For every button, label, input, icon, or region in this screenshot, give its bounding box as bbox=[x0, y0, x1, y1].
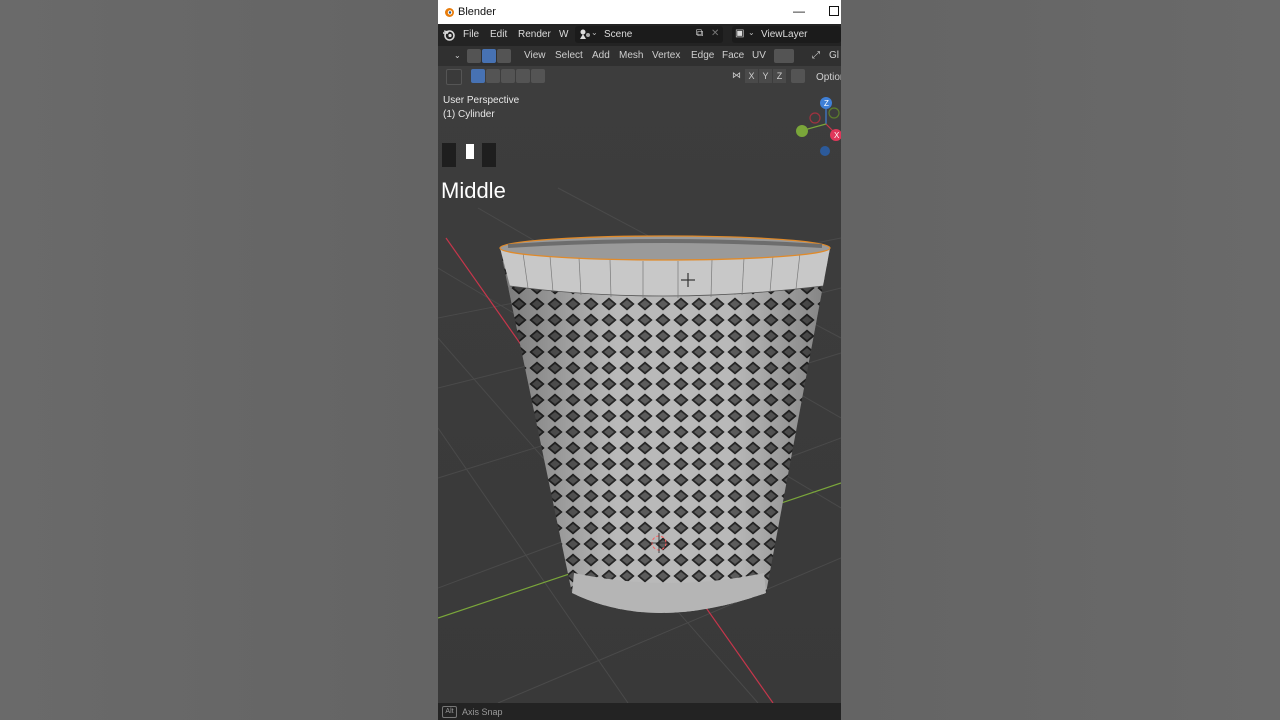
select-intersect-icon[interactable] bbox=[531, 69, 545, 83]
menu-file[interactable]: File bbox=[463, 29, 479, 40]
view-layer-icon: ▣ bbox=[735, 28, 745, 39]
menu-uv[interactable]: UV bbox=[752, 50, 766, 61]
top-menu-bar: File Edit Render W ⌄ Scene ⧉ ✕ ▣ ⌄ ViewL… bbox=[438, 24, 841, 46]
maximize-icon bbox=[829, 6, 839, 16]
chevron-down-icon[interactable]: ⌄ bbox=[454, 51, 461, 60]
scene-name: Scene bbox=[604, 29, 633, 40]
select-new-icon[interactable] bbox=[471, 69, 485, 83]
menu-render[interactable]: Render bbox=[518, 29, 551, 40]
blender-menu-icon[interactable] bbox=[442, 28, 456, 42]
options-menu[interactable]: Options bbox=[816, 72, 841, 83]
face-select-icon[interactable] bbox=[497, 49, 511, 63]
key-icon-right bbox=[482, 143, 496, 167]
select-mode-buttons bbox=[467, 49, 511, 63]
select-subtract-icon[interactable] bbox=[501, 69, 515, 83]
menu-window[interactable]: W bbox=[559, 29, 568, 40]
menu-select[interactable]: Select bbox=[555, 50, 583, 61]
view-layer-name: ViewLayer bbox=[761, 29, 808, 40]
menu-view[interactable]: View bbox=[524, 50, 546, 61]
gizmo-y-icon bbox=[796, 125, 808, 137]
axis-x-button[interactable]: X bbox=[745, 69, 758, 83]
mirror-icon: ⋈ bbox=[732, 70, 741, 80]
mirror-axis-buttons: X Y Z bbox=[745, 69, 786, 83]
status-hint: Axis Snap bbox=[462, 707, 503, 717]
screencast-caption: Middle bbox=[441, 178, 506, 203]
close-icon[interactable]: ✕ bbox=[711, 28, 719, 39]
maximize-button[interactable] bbox=[827, 4, 841, 18]
axis-y-button[interactable]: Y bbox=[759, 69, 772, 83]
xray-toggle[interactable] bbox=[774, 49, 794, 63]
menu-edge[interactable]: Edge bbox=[691, 50, 714, 61]
chevron-down-icon: ⌄ bbox=[748, 28, 755, 37]
blender-window: Blender — File Edit Render W ⌄ Scene ⧉ ✕… bbox=[438, 0, 841, 720]
select-extend-icon[interactable] bbox=[486, 69, 500, 83]
menu-edit[interactable]: Edit bbox=[490, 29, 507, 40]
menu-mesh[interactable]: Mesh bbox=[619, 50, 643, 61]
tool-settings-row: ⋈ X Y Z Options bbox=[438, 66, 841, 88]
window-titlebar: Blender — bbox=[438, 0, 841, 24]
menu-face[interactable]: Face bbox=[722, 50, 744, 61]
blender-logo-icon bbox=[445, 8, 454, 17]
menu-add[interactable]: Add bbox=[592, 50, 610, 61]
copy-scene-icon[interactable]: ⧉ bbox=[696, 28, 703, 39]
vertex-select-icon[interactable] bbox=[467, 49, 481, 63]
window-title: Blender bbox=[458, 6, 496, 18]
status-bar: Alt Axis Snap bbox=[438, 703, 841, 720]
axis-z-button[interactable]: Z bbox=[773, 69, 786, 83]
edge-select-icon[interactable] bbox=[482, 49, 496, 63]
chevron-down-icon: ⌄ bbox=[591, 28, 598, 37]
menu-vertex[interactable]: Vertex bbox=[652, 50, 680, 61]
transform-orientation-icon[interactable]: ⤢ bbox=[812, 50, 820, 61]
key-icon-left bbox=[442, 143, 456, 167]
viewport-header: ⌄ View Select Add Mesh Vertex Edge Face … bbox=[438, 46, 841, 66]
alt-key-icon: Alt bbox=[442, 706, 457, 718]
select-invert-icon[interactable] bbox=[516, 69, 530, 83]
3d-viewport[interactable]: Z X User Perspective (1) Cylinder Middle bbox=[438, 88, 841, 703]
snap-icon[interactable] bbox=[791, 69, 805, 83]
scene-selector[interactable]: ⌄ Scene ⧉ ✕ bbox=[575, 26, 723, 43]
transform-orientation-label[interactable]: Gl bbox=[829, 50, 839, 61]
scene-icon bbox=[580, 29, 590, 39]
view-layer-selector[interactable]: ▣ ⌄ ViewLayer bbox=[732, 26, 841, 43]
gizmo-neg-z-icon bbox=[820, 146, 830, 156]
view-perspective-label: User Perspective bbox=[443, 95, 520, 106]
left-background bbox=[0, 0, 438, 720]
mouse-middle-icon bbox=[466, 144, 474, 159]
right-background bbox=[841, 0, 1280, 720]
select-tool-icon[interactable] bbox=[446, 69, 462, 85]
gizmo-z-label: Z bbox=[824, 99, 829, 108]
active-object-label: (1) Cylinder bbox=[443, 109, 495, 120]
minimize-button[interactable]: — bbox=[792, 4, 806, 18]
gizmo-x-label: X bbox=[834, 131, 840, 140]
